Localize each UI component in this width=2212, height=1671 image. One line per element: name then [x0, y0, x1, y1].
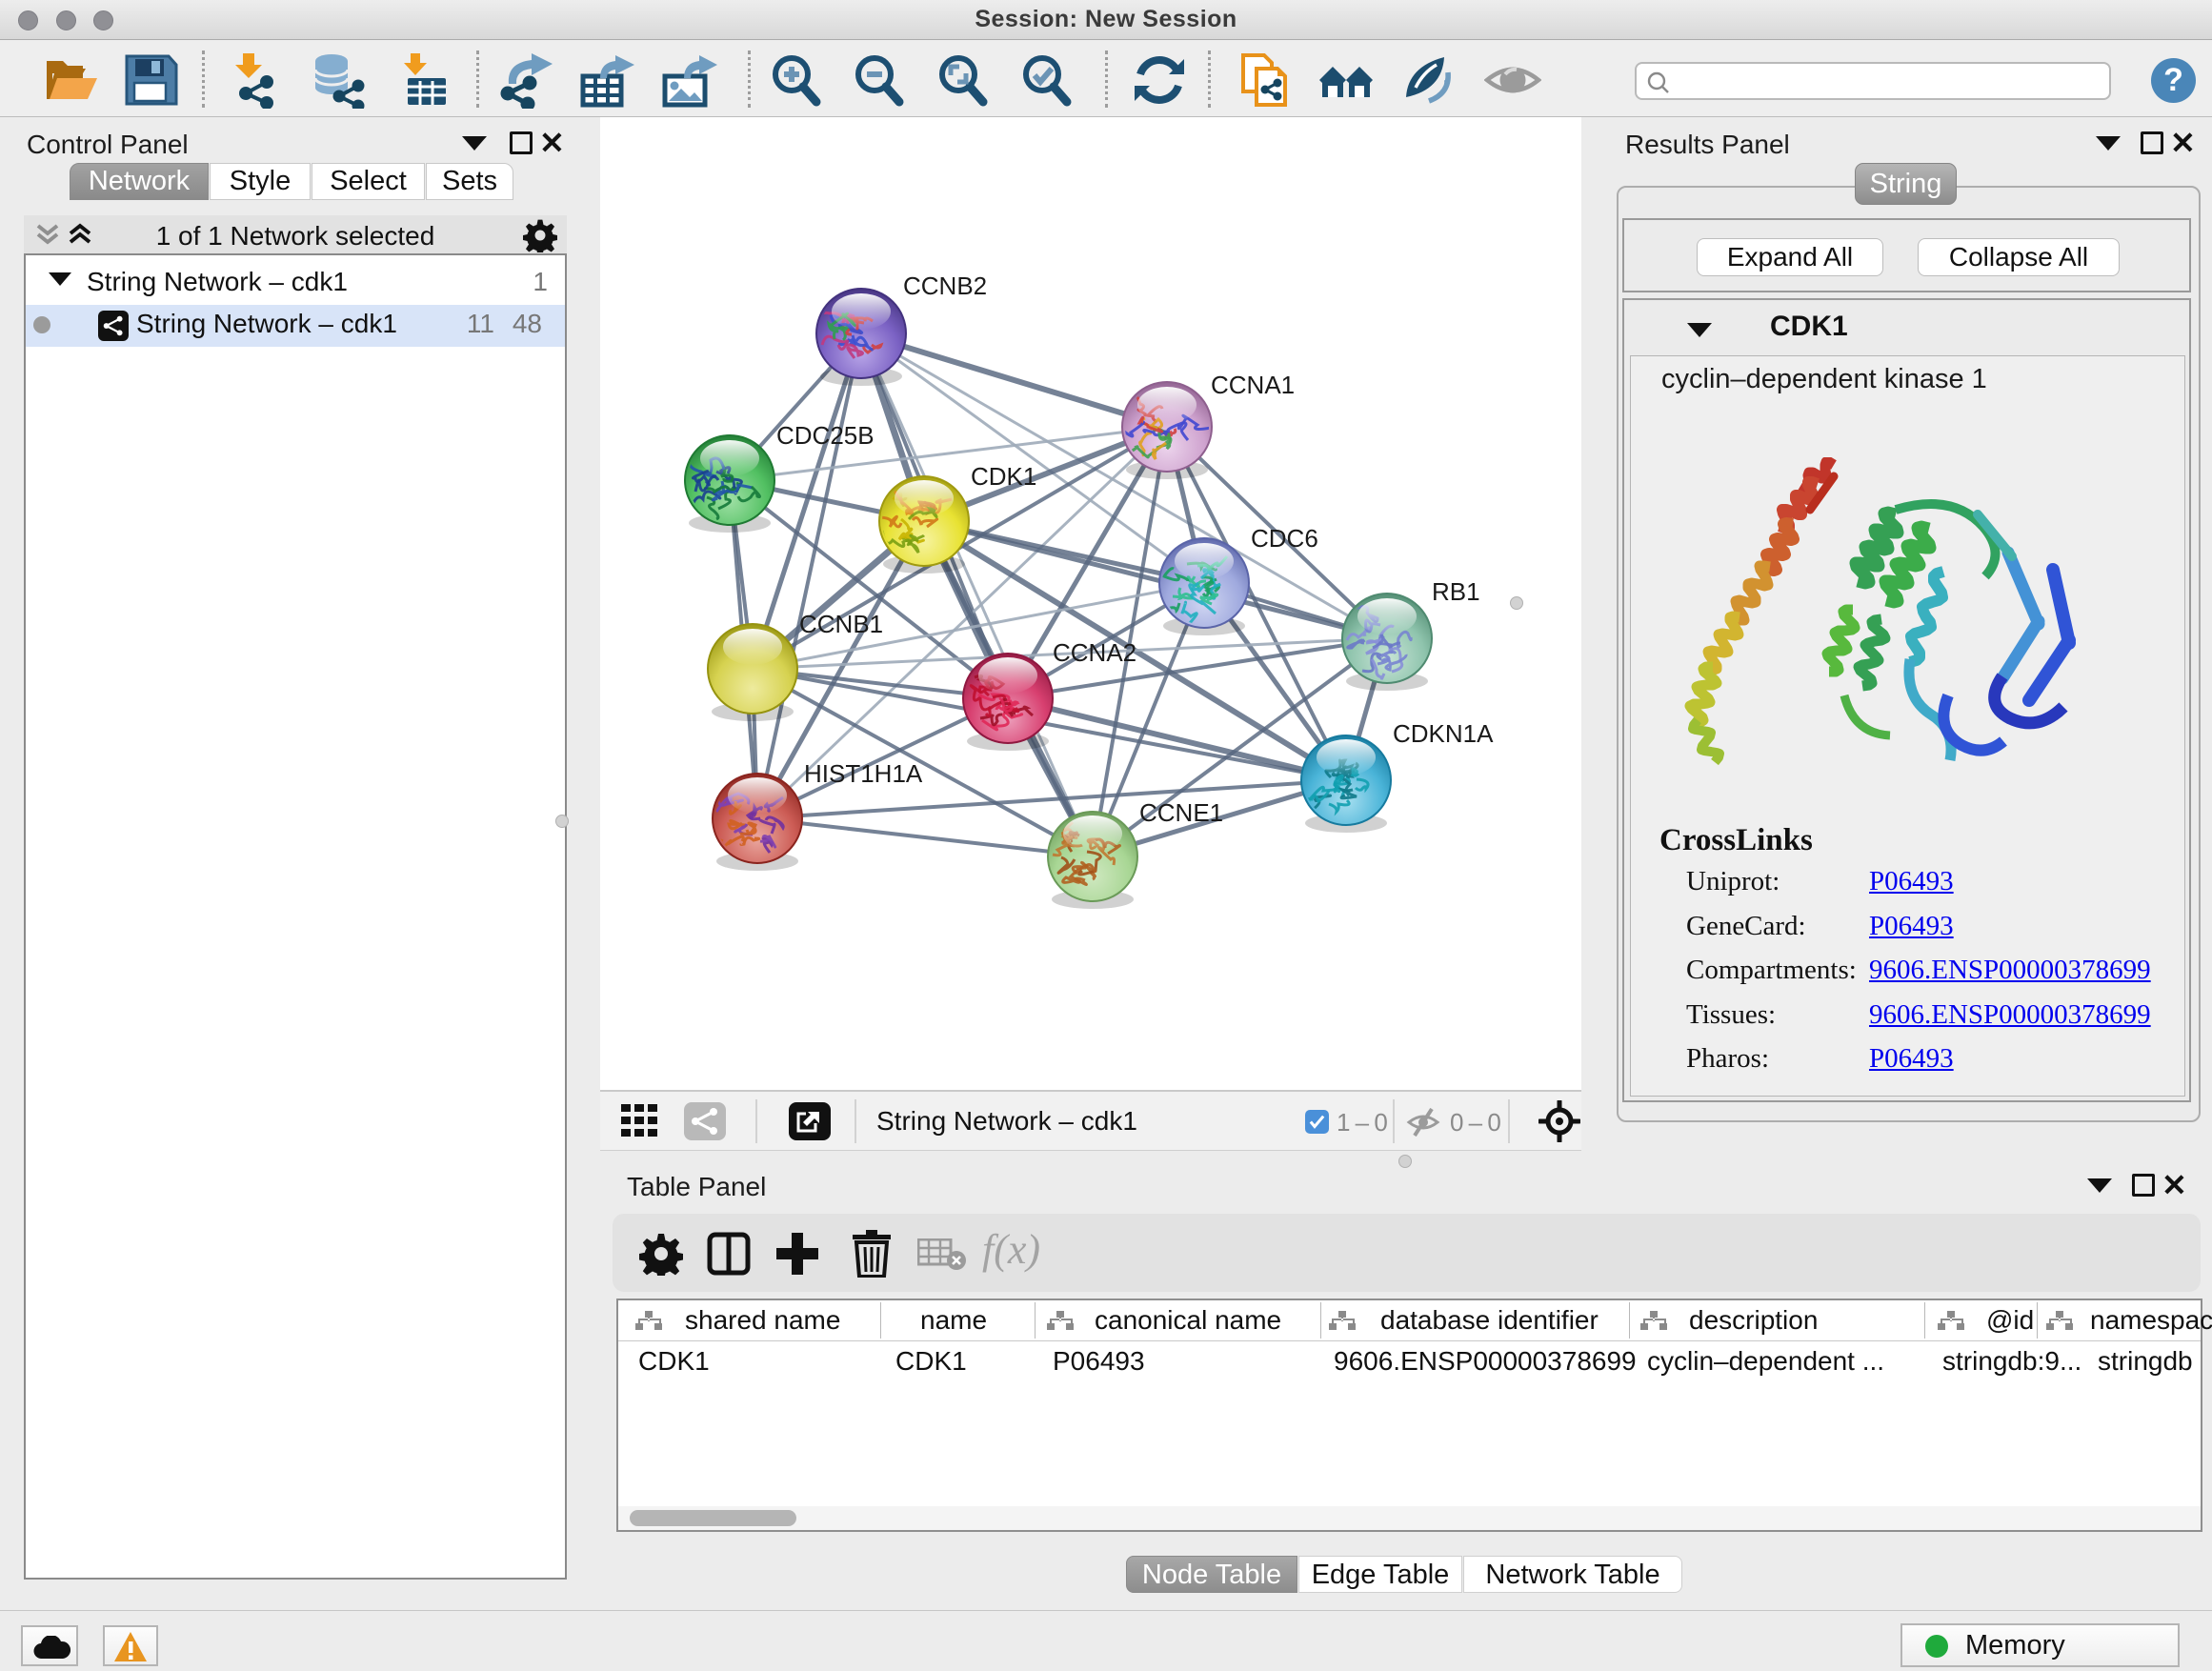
svg-text:CCNA1: CCNA1 — [1211, 371, 1295, 399]
svg-text:CDK1: CDK1 — [971, 462, 1036, 491]
svg-text:CCNE1: CCNE1 — [1139, 798, 1223, 827]
svg-text:CCNB1: CCNB1 — [799, 610, 883, 638]
svg-text:HIST1H1A: HIST1H1A — [804, 759, 923, 788]
svg-text:CCNB2: CCNB2 — [903, 272, 987, 300]
svg-text:CCNA2: CCNA2 — [1053, 638, 1136, 667]
svg-text:RB1: RB1 — [1432, 577, 1480, 606]
svg-text:CDKN1A: CDKN1A — [1393, 719, 1494, 748]
svg-text:CDC25B: CDC25B — [776, 421, 875, 450]
svg-text:CDC6: CDC6 — [1251, 524, 1318, 553]
